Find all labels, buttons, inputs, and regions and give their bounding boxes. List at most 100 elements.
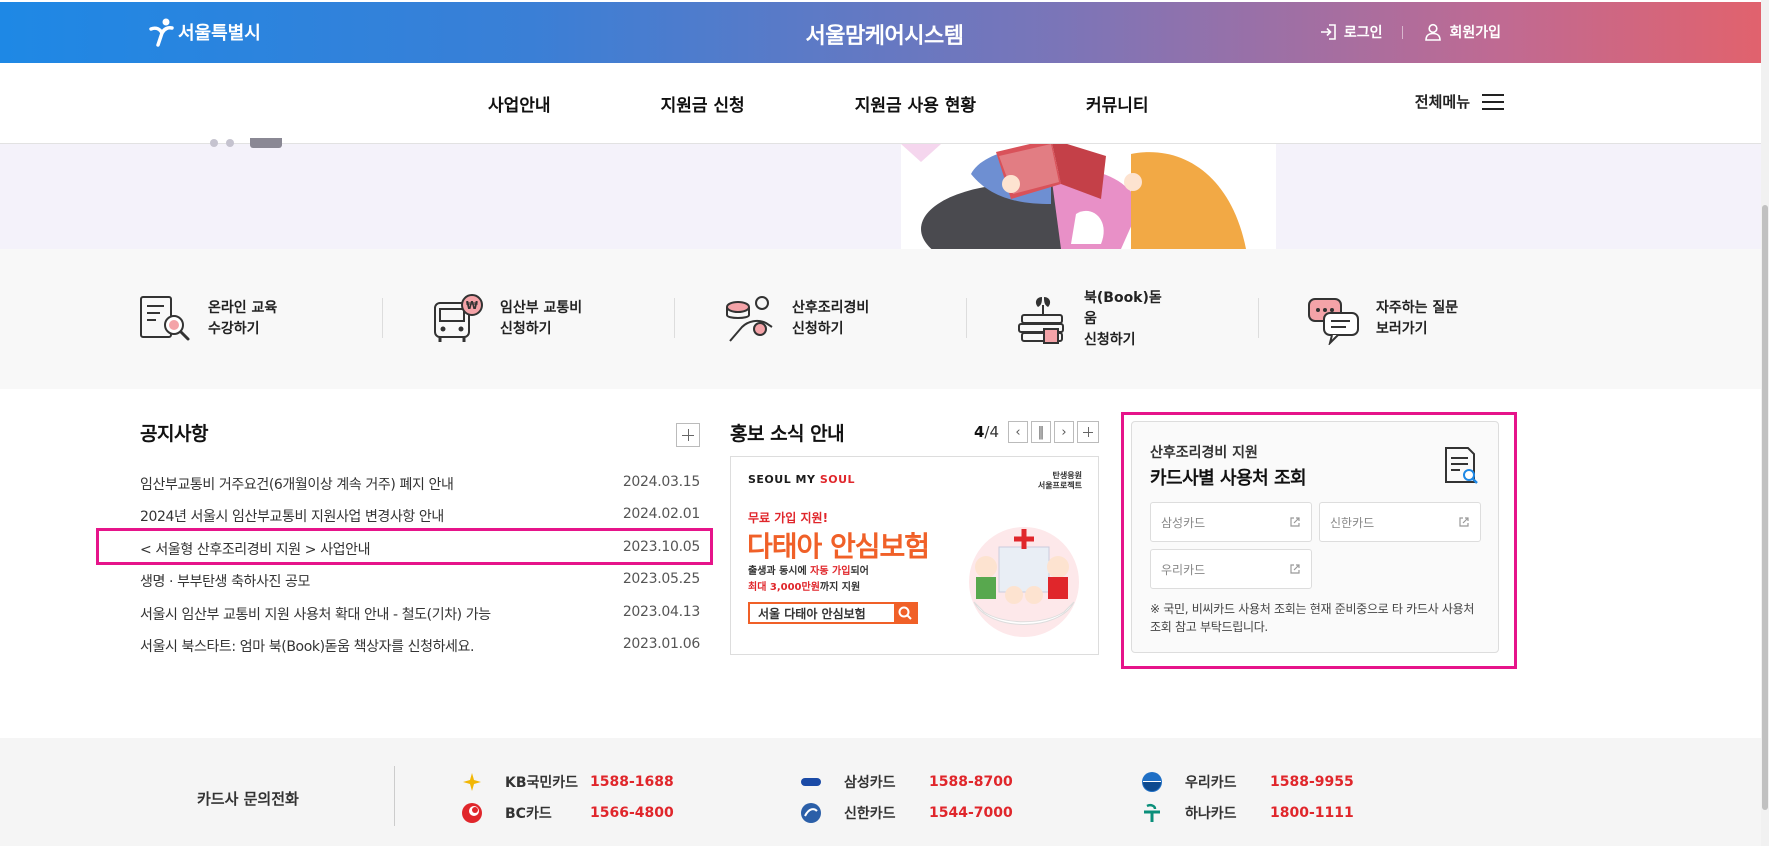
footer-label: 카드사 문의전화 [197, 790, 299, 808]
footer-divider [394, 766, 395, 826]
notice-item-title: 서울시 임산부 교통비 지원 사용처 확대 안내 - 철도(기차) 가능 [140, 606, 491, 623]
footer-card-woori: 우리카드 1588-9955 [1141, 770, 1354, 794]
quick-link-line1: 북(Book)돋움 [1084, 289, 1162, 327]
user-icon [1425, 23, 1442, 41]
bus-icon: ₩ [434, 294, 483, 342]
promo-more-button[interactable] [1077, 421, 1099, 443]
all-menu-label: 전체메뉴 [1414, 93, 1470, 111]
quick-link-line1: 온라인 교육 [208, 300, 278, 316]
notice-item[interactable]: 서울시 임산부 교통비 지원 사용처 확대 안내 - 철도(기차) 가능 202… [140, 604, 700, 636]
nav-item-subsidy-apply[interactable]: 지원금 신청 [661, 91, 745, 116]
hero-illustration [901, 144, 1276, 249]
notice-item-date: 2023.05.25 [622, 571, 700, 588]
footer-card-shinhan: 신한카드 1544-7000 [800, 801, 1013, 825]
login-icon [1320, 24, 1336, 40]
nav-item-subsidy-usage[interactable]: 지원금 사용 현황 [855, 91, 976, 116]
notice-item[interactable]: 생명 · 부부탄생 축하사진 공모 2023.05.25 [140, 571, 700, 603]
main-nav: 사업안내 지원금 신청 지원금 사용 현황 커뮤니티 전체메뉴 [0, 63, 1769, 144]
postpartum-care-icon [726, 296, 773, 342]
all-menu-button[interactable]: 전체메뉴 [1415, 91, 1504, 112]
signup-link[interactable]: 회원가입 [1423, 22, 1501, 42]
online-education-icon [140, 296, 190, 341]
banner-desc-emphasis: 자동 가입 [810, 566, 851, 577]
notice-item[interactable]: 서울시 북스타트: 엄마 북(Book)돋움 책상자를 신청하세요. 2023.… [140, 636, 700, 668]
card-company-name: 우리카드 [1185, 775, 1237, 791]
hana-card-logo-icon [1144, 803, 1160, 822]
quick-link-line1: 자주하는 질문 [1376, 300, 1459, 316]
quick-link-postpartum-care[interactable]: 산후조리경비 신청하기 [584, 293, 876, 345]
promo-section: 홍보 소식 안내 4/4 ‹ ‖ › SEOUL MY SOUL 탄생응원 서울… [730, 419, 1099, 655]
notice-item-title: 임산부교통비 거주요건(6개월이상 계속 거주) 폐지 안내 [140, 477, 454, 493]
notice-more-button[interactable] [676, 423, 700, 447]
woori-card-logo-icon [1142, 772, 1162, 792]
notice-item-title: 서울시 북스타트: 엄마 북(Book)돋움 책상자를 신청하세요. [140, 638, 475, 655]
quick-links: 온라인 교육 수강하기 ₩ 임산부 교통비 신청하기 산후조리경비 신청하기 북… [0, 249, 1769, 389]
quick-link-line2: 신청하기 [792, 321, 844, 337]
card-company-phone[interactable]: 1544-7000 [929, 805, 1013, 821]
signup-label: 회원가입 [1449, 25, 1501, 41]
quick-link-pregnant-transport[interactable]: ₩ 임산부 교통비 신청하기 [292, 293, 584, 345]
nav-item-business-info[interactable]: 사업안내 [488, 91, 551, 116]
banner-badge: 탄생응원 서울프로젝트 [1038, 471, 1082, 491]
hero-banner [0, 138, 1769, 249]
banner-search-bar: 서울 다태아 안심보험 [748, 602, 918, 624]
card-company-name: 신한카드 [844, 806, 896, 822]
notice-list: 임산부교통비 거주요건(6개월이상 계속 거주) 폐지 안내 2024.03.1… [140, 474, 700, 668]
banner-badge-line2: 서울프로젝트 [1037, 481, 1082, 490]
quick-link-line2: 신청하기 [500, 321, 552, 337]
promo-pager-current: 4 [973, 423, 985, 441]
page: 서울특별시 서울맘케어시스템 로그인 회원가입 사업안내 지원금 신청 지원금 … [0, 0, 1769, 846]
card-company-phone[interactable]: 1588-1688 [590, 774, 674, 790]
notice-item-date: 2024.03.15 [622, 474, 700, 490]
hamburger-icon [1482, 93, 1504, 110]
search-icon [894, 604, 916, 622]
quick-link-book[interactable]: 북(Book)돋움 신청하기 [876, 290, 1168, 348]
notice-item-title: 생명 · 부부탄생 축하사진 공모 [140, 574, 311, 591]
login-link[interactable]: 로그인 [1318, 22, 1382, 42]
hero-pause-button[interactable] [250, 138, 282, 148]
card-contact-footer: 카드사 문의전화 KB국민카드 1588-1688 BC카드 1566-4800… [0, 738, 1769, 846]
promo-next-button[interactable]: › [1054, 421, 1074, 443]
footer-card-kb: KB국민카드 1588-1688 [461, 770, 674, 794]
svg-text:₩: ₩ [466, 299, 478, 312]
card-company-phone[interactable]: 1588-9955 [1270, 774, 1354, 790]
banner-brand-b: SOUL [819, 473, 856, 486]
banner-search-text: 서울 다태아 안심보험 [758, 606, 866, 621]
banner-desc-text: 되어 [850, 566, 869, 577]
nav-items: 사업안내 지원금 신청 지원금 사용 현황 커뮤니티 [488, 91, 1259, 116]
hero-slide-dot[interactable] [210, 139, 218, 147]
book-icon [1018, 297, 1064, 344]
card-company-name: BC카드 [505, 806, 552, 822]
quick-link-faq[interactable]: 자주하는 질문 보러가기 [1168, 293, 1460, 345]
card-company-phone[interactable]: 1800-1111 [1270, 805, 1354, 821]
quick-link-line2: 보러가기 [1376, 321, 1428, 337]
card-company-name: 삼성카드 [844, 775, 896, 791]
page-scrollbar[interactable] [1761, 0, 1769, 846]
card-company-phone[interactable]: 1566-4800 [590, 805, 674, 821]
promo-pause-button[interactable]: ‖ [1031, 421, 1051, 443]
notice-item[interactable]: 임산부교통비 거주요건(6개월이상 계속 거주) 폐지 안내 2024.03.1… [140, 474, 700, 506]
card-panel-highlight-box [1121, 412, 1517, 669]
quick-link-line2: 수강하기 [208, 321, 260, 337]
top-link-divider [1402, 25, 1404, 39]
banner-description: 출생과 동시에 자동 가입되어 최대 3,000만원까지 지원 [748, 564, 869, 596]
notice-item-date: 2023.01.06 [622, 635, 700, 652]
hero-slider-controls [210, 138, 282, 148]
promo-pager-total: /4 [984, 423, 999, 441]
promo-prev-button[interactable]: ‹ [1008, 421, 1028, 443]
banner-desc-emphasis: 최대 3,000만원 [748, 582, 820, 593]
promo-banner[interactable]: SEOUL MY SOUL 탄생응원 서울프로젝트 무료 가입 지원! 다태아 … [730, 456, 1099, 655]
nav-item-community[interactable]: 커뮤니티 [1086, 91, 1149, 116]
banner-illustration [969, 527, 1079, 637]
top-links: 로그인 회원가입 [1318, 22, 1501, 42]
notice-title: 공지사항 [140, 423, 208, 445]
quick-link-online-education[interactable]: 온라인 교육 수강하기 [0, 293, 292, 345]
scrollbar-thumb[interactable] [1762, 205, 1768, 810]
card-company-phone[interactable]: 1588-8700 [929, 774, 1013, 790]
hero-slide-dot[interactable] [226, 139, 234, 147]
notice-section: 공지사항 임산부교통비 거주요건(6개월이상 계속 거주) 폐지 안내 2024… [140, 419, 700, 655]
banner-subtitle: 무료 가입 지원! [748, 511, 829, 525]
site-title[interactable]: 서울맘케어시스템 [0, 18, 1769, 50]
card-company-name: 하나카드 [1185, 806, 1237, 822]
card-company-name: KB국민카드 [505, 775, 579, 791]
